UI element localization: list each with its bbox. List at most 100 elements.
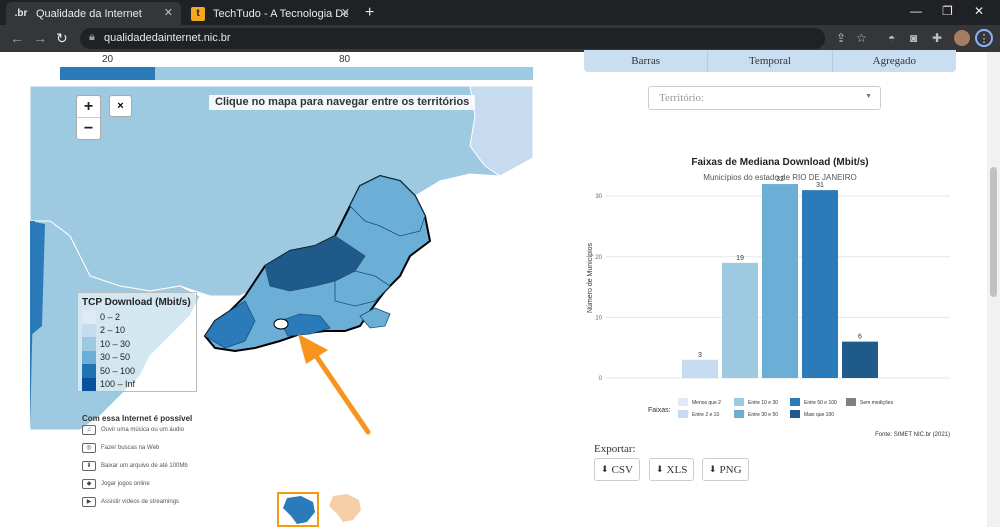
legend-label: 100 – Inf [100, 379, 136, 390]
chart-legend-swatch [678, 398, 688, 406]
territory-select[interactable]: Território: ▼ [648, 86, 881, 110]
y-tick-label: 20 [595, 255, 602, 261]
chart-legend-swatch [790, 410, 800, 418]
minimize-button[interactable]: — [910, 4, 922, 18]
export-csv-button[interactable]: ⬇ CSV [594, 458, 640, 481]
maximize-button[interactable]: ❐ [942, 4, 953, 18]
possible-activity-item: ◆ Jogar jogos online [82, 479, 150, 489]
close-window-button[interactable]: ✕ [974, 4, 984, 18]
download-icon: ⬇ [656, 464, 664, 474]
tab-qualidade[interactable]: .br Qualidade da Internet ✕ [6, 2, 181, 25]
legend-item: 30 – 50 [82, 350, 192, 364]
gamepad-icon: ◆ [82, 479, 96, 489]
bookmark-star-icon[interactable]: ☆ [856, 31, 867, 45]
headphones-icon: ♫ [82, 425, 96, 435]
nic-br-favicon-icon: .br [14, 8, 28, 19]
video-icon: ▶ [82, 497, 96, 507]
legend-label: 10 – 30 [100, 338, 131, 349]
forward-icon[interactable]: → [33, 30, 47, 46]
back-icon[interactable]: ← [10, 30, 24, 46]
chart-legend-label: Entre 50 e 100 [804, 400, 837, 406]
web-search-icon: ◎ [82, 443, 96, 453]
bar-chart: Faixas de Mediana Download (Mbit/s)Munic… [587, 157, 950, 438]
chart-legend-swatch [734, 410, 744, 418]
legend-item: 2 – 10 [82, 323, 192, 337]
scale-label-low: 20 [102, 54, 114, 65]
possible-activity-item: ▶ Assistir vídeos de streamings [82, 497, 179, 507]
bar-value-label: 32 [776, 176, 784, 183]
bar [722, 262, 758, 378]
bar [762, 184, 798, 378]
legend-item: 0 – 2 [82, 310, 192, 324]
bar-value-label: 3 [698, 352, 702, 359]
chart-y-axis-label: Número de Municípios [587, 242, 594, 313]
chart-legend-label: Mais que 100 [804, 412, 834, 418]
legend-swatch [82, 323, 96, 337]
browser-menu-icon[interactable]: ⋮ [975, 29, 993, 47]
scale-bar [60, 67, 533, 80]
reload-icon[interactable]: ↻ [56, 30, 68, 47]
bar [682, 359, 718, 378]
legend-title: TCP Download (Mbit/s) [82, 297, 191, 308]
bar [802, 190, 838, 378]
brazil-map-thumbnail[interactable] [277, 492, 319, 527]
chart-legend-label: Entre 30 e 50 [748, 412, 778, 418]
chart-legend-swatch [790, 398, 800, 406]
csv-label: CSV [611, 463, 633, 476]
territory-placeholder: Território: [659, 92, 705, 104]
possible-activity-label: Assistir vídeos de streamings [101, 499, 180, 505]
download-icon: ⬇ [82, 461, 96, 471]
close-tab-icon[interactable]: ✕ [164, 6, 173, 19]
chart-legend-label: Menos que 2 [692, 400, 721, 406]
chart-legend-label: Sem medições [860, 400, 894, 406]
alt-map-thumbnail[interactable] [325, 492, 367, 527]
share-icon[interactable]: ⇪ [836, 31, 846, 45]
xls-label: XLS [666, 463, 688, 476]
png-label: PNG [719, 463, 742, 476]
map-legend: TCP Download (Mbit/s) 0 – 2 2 – 10 10 – 30… [77, 292, 197, 392]
export-png-button[interactable]: ⬇ PNG [702, 458, 749, 481]
legend-label: 50 – 100 [100, 365, 136, 376]
chart-title: Faixas de Mediana Download (Mbit/s) [691, 157, 868, 168]
bar-value-label: 31 [816, 182, 824, 189]
export-title: Exportar: [594, 443, 636, 455]
tab-techtudo[interactable]: t TechTudo - A Tecnologia Descom ✕ [183, 2, 358, 25]
close-tab-icon[interactable]: ✕ [341, 6, 350, 19]
chart-legend-label: Entre 10 e 30 [748, 400, 778, 406]
zoom-in-button[interactable]: + [77, 96, 100, 118]
possible-activity-item: ⬇ Baixar um arquivo de até 100Mb [82, 461, 188, 471]
possible-activity-label: Fazer buscas na Web [101, 445, 160, 451]
chart-legend-title: Faixas: [648, 407, 671, 414]
camera-icon[interactable]: ◙ [910, 31, 917, 45]
tab-barras[interactable]: Barras [584, 50, 707, 72]
reset-map-button[interactable]: × [109, 95, 132, 117]
possible-activity-label: Ouvir uma música ou um áudio [101, 427, 185, 433]
scale-label-high: 80 [339, 54, 351, 65]
zoom-out-button[interactable]: − [77, 118, 100, 140]
profile-avatar[interactable] [954, 30, 970, 46]
page-scrollbar[interactable] [987, 52, 1000, 527]
techtudo-favicon-icon: t [191, 6, 205, 21]
export-xls-button[interactable]: ⬇ XLS [649, 458, 695, 481]
browser-tab-bar: .br Qualidade da Internet ✕ t TechTudo -… [0, 0, 1000, 25]
lock-icon[interactable]: 🔒︎ [89, 31, 95, 44]
annotation-arrow-icon [298, 334, 371, 435]
scale-bar-fill [60, 67, 155, 80]
legend-swatch [82, 350, 96, 364]
chart-source: Fonte: SIMET NIC.br (2021) [875, 432, 950, 438]
tab-temporal[interactable]: Temporal [707, 50, 831, 72]
possible-activity-item: ♫ Ouvir uma música ou um áudio [82, 425, 184, 435]
tab-agregado[interactable]: Agregado [831, 50, 956, 72]
pocket-icon[interactable]: ◓ [888, 31, 895, 45]
possible-activity-label: Jogar jogos online [101, 481, 150, 487]
new-tab-button[interactable]: + [365, 4, 374, 22]
chart-legend-label: Entre 2 e 10 [692, 412, 719, 418]
address-bar[interactable]: 🔒︎ qualidadedainternet.nic.br [80, 28, 825, 49]
scrollbar-thumb[interactable] [990, 167, 997, 297]
legend-label: 30 – 50 [100, 352, 131, 363]
view-tabs: Barras Temporal Agregado [584, 50, 956, 72]
tab-title: TechTudo - A Tecnologia Descom [213, 7, 348, 20]
possible-activities-title: Com essa Internet é possível [82, 414, 193, 423]
extensions-icon[interactable]: ✚ [932, 31, 942, 45]
legend-swatch [82, 310, 96, 324]
